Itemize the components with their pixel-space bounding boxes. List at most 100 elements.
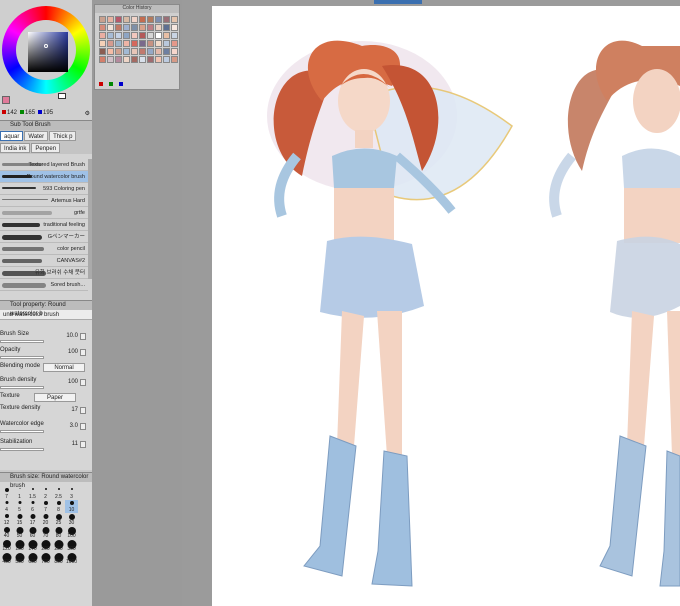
color-swatch[interactable] bbox=[99, 16, 106, 23]
brush-size-cell[interactable]: 1000 bbox=[65, 552, 78, 565]
color-swatch[interactable] bbox=[147, 16, 154, 23]
watercolor-edge-spinner[interactable] bbox=[80, 423, 86, 430]
brush-size-cell[interactable]: 250 bbox=[52, 539, 65, 552]
tab-thick[interactable]: Thick p bbox=[49, 131, 77, 141]
opacity-slider[interactable] bbox=[0, 356, 44, 359]
color-swatch[interactable] bbox=[123, 48, 130, 55]
watercolor-edge-property[interactable]: Watercolor edge 3.0 bbox=[0, 421, 88, 435]
brush-size-cell[interactable]: 170 bbox=[26, 539, 39, 552]
color-swatch[interactable] bbox=[139, 32, 146, 39]
main-color-swatch[interactable] bbox=[2, 96, 10, 104]
watercolor-edge-value[interactable]: 3.0 bbox=[70, 423, 78, 429]
color-wheel[interactable] bbox=[2, 6, 90, 94]
color-swatch[interactable] bbox=[99, 48, 106, 55]
brush-size-cell[interactable]: 100 bbox=[65, 526, 78, 539]
brush-size-cell[interactable]: 2.5 bbox=[52, 487, 65, 500]
blending-mode-property[interactable]: Blending mode Normal bbox=[0, 363, 88, 377]
color-swatch[interactable] bbox=[155, 40, 162, 47]
color-swatch[interactable] bbox=[115, 56, 122, 63]
color-swatch[interactable] bbox=[123, 16, 130, 23]
color-swatch[interactable] bbox=[171, 48, 178, 55]
opacity-spinner[interactable] bbox=[80, 349, 86, 356]
brush-size-cell[interactable]: 5 bbox=[13, 500, 26, 513]
brush-size-cell[interactable]: 120 bbox=[0, 539, 13, 552]
brush-size-cell[interactable]: 60 bbox=[26, 526, 39, 539]
color-swatch[interactable] bbox=[123, 56, 130, 63]
brush-size-cell[interactable] bbox=[78, 539, 91, 552]
color-swatch[interactable] bbox=[107, 24, 114, 31]
brush-item[interactable]: 593 Coloring pen bbox=[0, 183, 88, 195]
brush-size-cell[interactable]: 4 bbox=[0, 500, 13, 513]
brush-size-cell[interactable]: 40 bbox=[0, 526, 13, 539]
color-swatch[interactable] bbox=[147, 24, 154, 31]
brush-size-cell[interactable] bbox=[78, 526, 91, 539]
stabilization-slider[interactable] bbox=[0, 448, 44, 451]
brush-size-cell[interactable]: 6 bbox=[26, 500, 39, 513]
color-swatch[interactable] bbox=[171, 56, 178, 63]
brush-size-cell[interactable]: 25 bbox=[52, 513, 65, 526]
color-swatch[interactable] bbox=[155, 16, 162, 23]
color-swatch[interactable] bbox=[163, 24, 170, 31]
brush-size-cell[interactable]: 17 bbox=[26, 513, 39, 526]
color-swatch[interactable] bbox=[99, 56, 106, 63]
brush-size-cell[interactable]: 2 bbox=[39, 487, 52, 500]
color-swatch[interactable] bbox=[123, 40, 130, 47]
watercolor-edge-slider[interactable] bbox=[0, 430, 44, 433]
color-swatch[interactable] bbox=[131, 56, 138, 63]
color-swatch[interactable] bbox=[155, 56, 162, 63]
brush-item[interactable]: Artemus Hard bbox=[0, 195, 88, 207]
brush-density-slider[interactable] bbox=[0, 386, 44, 389]
color-swatch[interactable] bbox=[139, 48, 146, 55]
texture-density-value[interactable]: 17 bbox=[71, 407, 78, 413]
brush-size-cell[interactable]: 1 bbox=[13, 487, 26, 500]
stabilization-property[interactable]: Stabilization 11 bbox=[0, 439, 88, 453]
color-swatch[interactable] bbox=[163, 56, 170, 63]
color-swatch[interactable] bbox=[171, 40, 178, 47]
canvas-tab[interactable] bbox=[374, 0, 422, 4]
tab-pencil[interactable]: Penpen bbox=[31, 143, 61, 153]
brush-size-cell[interactable]: 200 bbox=[39, 539, 52, 552]
color-swatch[interactable] bbox=[115, 32, 122, 39]
brush-item[interactable]: CANVAS#2 bbox=[0, 255, 88, 267]
texture-density-spinner[interactable] bbox=[80, 407, 86, 414]
texture-density-property[interactable]: Texture density 17 bbox=[0, 405, 88, 419]
color-swatch[interactable] bbox=[131, 40, 138, 47]
brush-size-cell[interactable]: 12 bbox=[0, 513, 13, 526]
color-swatch[interactable] bbox=[163, 48, 170, 55]
color-swatch[interactable] bbox=[171, 16, 178, 23]
color-swatch[interactable] bbox=[139, 16, 146, 23]
brush-item[interactable]: Gペンマーカー bbox=[0, 231, 88, 243]
color-swatch[interactable] bbox=[131, 32, 138, 39]
brush-density-value[interactable]: 100 bbox=[68, 379, 78, 385]
brush-size-property[interactable]: Brush Size 10.0 bbox=[0, 331, 88, 345]
brush-size-cell[interactable]: 700 bbox=[39, 552, 52, 565]
brush-size-spinner[interactable] bbox=[80, 333, 86, 340]
brush-item[interactable]: Sored brush... bbox=[0, 279, 88, 291]
brush-size-cell[interactable]: 8 bbox=[52, 500, 65, 513]
brush-size-cell[interactable] bbox=[78, 513, 91, 526]
color-swatch[interactable] bbox=[163, 40, 170, 47]
brush-item[interactable]: 유화 브러쉬 수채 붓터 bbox=[0, 267, 88, 279]
brush-size-cell[interactable]: 1.5 bbox=[26, 487, 39, 500]
brush-density-spinner[interactable] bbox=[80, 379, 86, 386]
color-swatch[interactable] bbox=[155, 48, 162, 55]
brush-size-cell[interactable]: 30 bbox=[65, 513, 78, 526]
color-swatch[interactable] bbox=[99, 40, 106, 47]
settings-icon[interactable]: ⚙ bbox=[85, 110, 90, 117]
brush-item[interactable]: grtfe bbox=[0, 207, 88, 219]
brush-size-cell[interactable]: 7 bbox=[39, 500, 52, 513]
opacity-value[interactable]: 100 bbox=[68, 349, 78, 355]
stabilization-value[interactable]: 11 bbox=[72, 441, 78, 447]
color-swatch[interactable] bbox=[147, 48, 154, 55]
brush-size-cell[interactable]: 400 bbox=[0, 552, 13, 565]
color-swatch[interactable] bbox=[107, 32, 114, 39]
color-swatch[interactable] bbox=[139, 40, 146, 47]
brush-list-scrollbar[interactable] bbox=[88, 159, 92, 279]
color-swatch[interactable] bbox=[155, 24, 162, 31]
tab-water[interactable]: Water bbox=[24, 131, 49, 141]
brush-size-cell[interactable]: 300 bbox=[65, 539, 78, 552]
drawing-canvas[interactable] bbox=[212, 6, 680, 606]
brush-size-cell[interactable]: 7 bbox=[0, 487, 13, 500]
color-swatch[interactable] bbox=[147, 32, 154, 39]
texture-select[interactable]: Paper bbox=[34, 393, 76, 402]
